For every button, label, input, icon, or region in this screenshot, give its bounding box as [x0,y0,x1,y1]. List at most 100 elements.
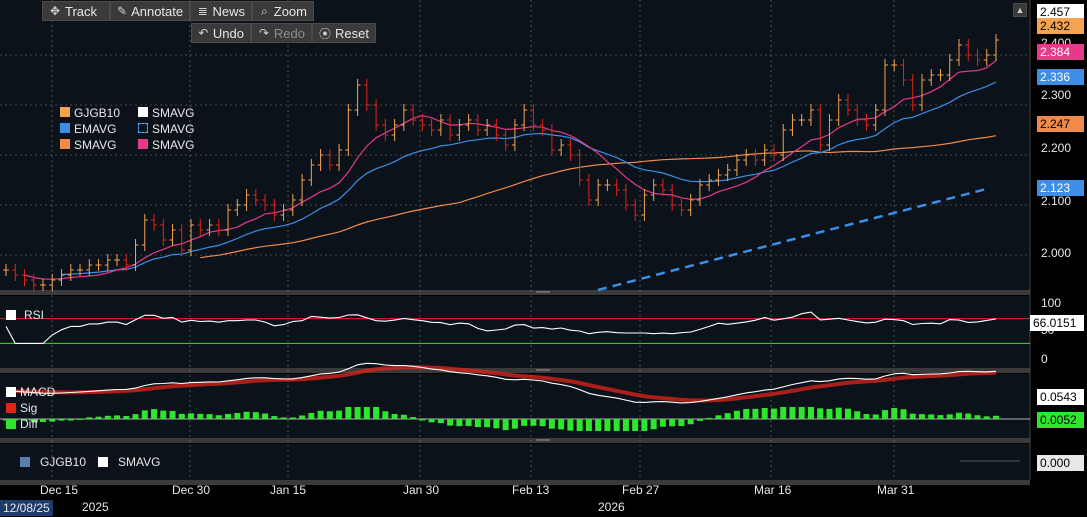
macd-diff-bar [317,410,324,419]
macd-diff-bar [67,419,74,421]
macd-diff-bar [197,413,204,419]
macd-diff-bar [558,419,565,430]
chart-canvas[interactable] [0,0,1087,517]
macd-diff-bar [595,419,602,431]
sig-label: Sig [20,401,38,415]
x-year-label: 2025 [82,500,109,514]
legend-swatch [98,457,109,467]
legend-swatch [60,123,70,133]
price-legend: GJGB10 SMAVG EMAVG SMAVG SMAVG SMAVG [60,105,194,153]
macd-diff-bar [567,419,574,431]
macd-diff-bar [604,419,611,431]
macd-diff-bar [780,407,787,419]
macd-diff-bar [622,419,629,431]
news-label: News [212,3,245,19]
macd-diff-bar [77,418,84,420]
macd-diff-bar [761,408,768,419]
macd-label: MACD [20,385,56,399]
macd-diff-bar [382,411,389,419]
macd-diff-bar [141,410,148,419]
macd-diff-bar [715,415,722,419]
macd-diff-bar [696,419,703,421]
macd-diff-bar [178,413,185,419]
macd-diff-bar [58,419,65,421]
legend-swatch [60,107,70,117]
macd-diff-bar [521,419,528,426]
macd-diff-bar [835,407,842,419]
legend-row: GJGB10 SMAVG [60,105,194,121]
zoom-button[interactable]: ⌕ Zoom [252,1,314,21]
macd-diff-bar [530,419,537,426]
macd-diff-bar [474,419,481,428]
macd-diff-bar [993,415,999,419]
macd-diff-bar [400,414,407,419]
track-button[interactable]: ✥ Track [42,1,110,21]
macd-diff-bar [410,417,417,419]
volume-smavg-label: SMAVG [118,455,161,469]
rsi-label: RSI [6,308,44,322]
macd-diff-bar [373,407,380,419]
y-tick-label: 2.100 [1041,194,1072,208]
redo-label: Redo [273,25,305,41]
y-tick-label: 2.300 [1041,88,1072,102]
redo-button[interactable]: ↷ Redo [251,23,312,43]
panel-divider [0,290,1030,295]
undo-icon: ↶ [198,26,209,40]
legend-swatch [6,403,16,413]
macd-diff-bar [706,417,713,420]
macd-diff-bar [909,413,916,419]
rsi-tick-label: 0 [1041,352,1048,366]
smavg-badge: 2.247 [1037,116,1084,132]
undo-button[interactable]: ↶ Undo [191,23,251,43]
macd-diff-bar [299,415,306,419]
price-badge: 2.432 [1037,18,1084,34]
macd-diff-bar [511,419,518,429]
macd-diff-bar [798,407,805,419]
macd-diff-bar [225,413,232,419]
x-tick-label: Jan 30 [403,483,440,497]
macd-diff-bar [86,417,93,419]
scroll-up-button[interactable]: ▲ [1013,3,1027,17]
legend-row: EMAVG SMAVG [60,121,194,137]
macd-diff-bar [937,415,944,419]
y-tick-label: 2.000 [1041,246,1072,260]
macd-diff-bar [502,419,509,431]
macd-diff-bar [215,415,222,419]
macd-diff-bar [641,419,648,431]
macd-diff-bar [95,416,102,419]
macd-diff-bar [114,415,121,419]
macd-diff-bar [456,419,463,427]
macd-diff-bar [733,410,740,419]
macd-diff-bar [863,414,870,419]
volume-legend: GJGB10 SMAVG [20,455,160,469]
macd-diff-bar [123,415,130,419]
annotate-button[interactable]: ✎ Annotate [110,1,190,21]
macd-diff-bar [391,414,398,419]
legend-swatch [138,107,148,117]
rsi-badge: 66.0151 [1030,315,1084,331]
macd-diff-bar [983,416,990,419]
reset-button[interactable]: ⦿ Reset [312,23,376,43]
undo-label: Undo [212,25,244,41]
macd-diff-bar [308,412,315,419]
news-icon: ≣ [197,4,208,18]
macd-diff-bar [104,415,111,419]
macd-diff-bar [576,419,583,431]
legend-label: SMAVG [152,138,195,152]
x-tick-label: Feb 27 [622,483,660,497]
legend-swatch [6,310,16,320]
news-button[interactable]: ≣ News [190,1,252,21]
macd-diff-bar [817,408,824,419]
macd-diff-bar [234,413,241,419]
macd-diff-bar [428,419,435,423]
x-tick-label: Dec 15 [40,483,79,497]
macd-badge: 0.0543 [1037,389,1084,405]
x-tick-label: Mar 16 [754,483,792,497]
macd-diff-bar [613,419,620,431]
emavg-badge: 2.336 [1037,69,1084,85]
legend-label: SMAVG [152,122,195,136]
legend-row: SMAVG SMAVG [60,137,194,153]
macd-diff-bar [280,417,287,419]
macd-diff-bar [900,409,907,419]
macd-diff-bar [965,413,972,419]
